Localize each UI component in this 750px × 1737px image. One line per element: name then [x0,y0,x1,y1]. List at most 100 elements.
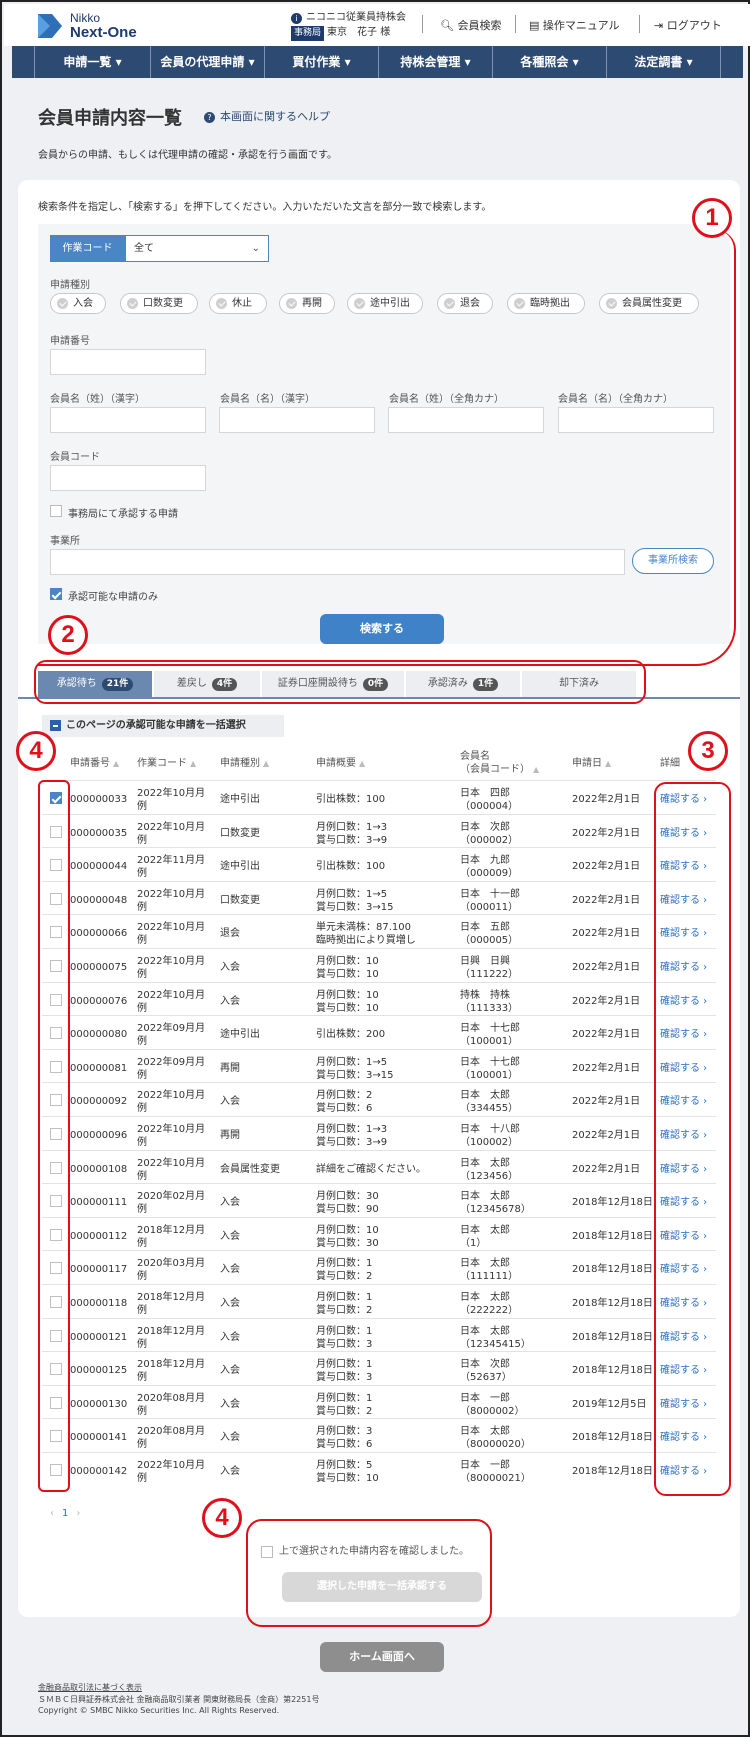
help-link[interactable]: ? 本画面に関するヘルプ [204,108,330,124]
work-code-suffix: 例 [137,1171,147,1182]
application-number: 000000075 [70,962,128,973]
application-type: 入会 [220,1197,240,1208]
member-name: 日本 十一郎 [460,889,520,900]
work-code-suffix: 例 [137,835,147,846]
table-row: 000000117 2020年03月月例 入会 月例口数：1 賞与口数：2 日本 太郎 （1… [42,1250,716,1284]
table-row: 000000141 2020年08月月例 入会 月例口数：3 賞与口数：6 日本 太郎 （8… [42,1418,716,1452]
member-code: （100002） [460,1137,519,1148]
home-button[interactable]: ホーム画面へ [320,1642,444,1672]
summary-line: 引出株数：100 [316,794,386,805]
member-name: 日本 一郎 [460,1393,510,1404]
application-type: 入会 [220,1332,240,1343]
work-code-suffix: 例 [137,868,147,879]
application-number: 000000035 [70,828,128,839]
logout-icon: ⇥ [654,19,667,32]
application-number: 000000121 [70,1332,128,1343]
application-date: 2018年12月18日 [572,1365,653,1376]
col-header[interactable]: 申請種別 ▲ [220,757,269,770]
user-info: i ニコニコ従業員持株会 事務局 東京 花子 様 [291,10,406,41]
table-row: 000000111 2020年02月月例 入会 月例口数：30 賞与口数：90 日本 太郎… [42,1183,716,1217]
application-number: 000000141 [70,1432,128,1443]
work-code-suffix: 例 [137,1070,147,1081]
summary-line: 月例口数：3 [316,1426,373,1437]
work-code-suffix: 例 [137,1439,147,1450]
summary-line: 月例口数：1→5 [316,889,388,900]
col-header[interactable]: 会員名 （会員コード） ▲ [460,750,539,776]
table-row: 000000108 2022年10月月例 会員属性変更 詳細をご確認ください。 日本 太… [42,1150,716,1184]
work-code: 2022年10月月 [137,1090,206,1101]
summary-line: 月例口数：2 [316,1090,373,1101]
work-code: 2022年10月月 [137,1460,206,1471]
summary-line: 月例口数：10 [316,956,379,967]
page-description: 会員からの申請、もしくは代理申請の確認・承認を行う画面です。 [38,150,337,161]
search-instruction: 検索条件を指定し、「検索する」を押下してください。入力いただいた文言を部分一致で… [38,202,492,213]
summary-line: 臨時拠出により買増し [316,935,416,946]
application-date: 2018年12月18日 [572,1466,653,1477]
work-code-suffix: 例 [137,1103,147,1114]
work-code-suffix: 例 [137,801,147,812]
summary-line: 賞与口数：3→15 [316,1070,394,1081]
member-search-link[interactable]: 🔍︎ 会員検索 [440,17,501,33]
next-page-button[interactable]: › [76,1508,80,1519]
member-code: （000009） [460,868,519,879]
member-name: 日本 太郎 [460,1225,510,1236]
nav-applications[interactable]: 申請一覧 ▾ [34,46,150,78]
col-header[interactable]: 申請日 ▲ [572,757,611,770]
pagination: ‹ 1 › [50,1508,80,1519]
application-date: 2022年2月1日 [572,1164,641,1175]
summary-line: 月例口数：1 [316,1258,373,1269]
application-date: 2018年12月18日 [572,1298,653,1309]
col-header[interactable]: 申請番号 ▲ [70,757,119,770]
application-type: 入会 [220,962,240,973]
logout-label: ログアウト [666,19,722,32]
annotation-marker: 1 [692,198,732,238]
search-icon: 🔍︎ [440,19,458,32]
divider [639,15,640,33]
work-code-suffix: 例 [137,1204,147,1215]
divider [515,15,516,33]
work-code: 2022年10月月 [137,922,206,933]
summary-line: 賞与口数：6 [316,1439,373,1450]
table-row: 000000044 2022年11月月例 途中引出 引出株数：100 日本 九郎 （000… [42,847,716,881]
page-number[interactable]: 1 [62,1508,68,1519]
member-code: （222222） [460,1305,519,1316]
work-code-suffix: 例 [137,1271,147,1282]
application-type: 入会 [220,1264,240,1275]
nav-proxy-application[interactable]: 会員の代理申請 ▾ [150,46,264,78]
application-type: 入会 [220,1298,240,1309]
col-header[interactable]: 申請概要 ▲ [316,757,365,770]
nav-purchase-work[interactable]: 買付作業 ▾ [264,46,378,78]
work-code: 2018年12月月 [137,1225,206,1236]
application-number: 000000130 [70,1399,128,1410]
member-name: 日本 太郎 [460,1090,510,1101]
member-code: （80000020） [460,1439,531,1450]
logout-link[interactable]: ⇥ ログアウト [654,17,722,33]
nav-inquiries[interactable]: 各種照会 ▾ [492,46,606,78]
logo[interactable]: Nikko Next-One [36,8,146,42]
work-code: 2020年08月月 [137,1393,206,1404]
summary-line: 賞与口数：10 [316,1473,379,1484]
member-search-label: 会員検索 [457,19,502,32]
nav-statutory-reports[interactable]: 法定調書 ▾ [606,46,721,78]
summary-line: 月例口数：1 [316,1393,373,1404]
member-code: （52637） [460,1372,512,1383]
role-badge: 事務局 [291,26,325,41]
application-type: 入会 [220,1365,240,1376]
work-code-suffix: 例 [137,1473,147,1484]
member-code: （123456） [460,1171,519,1182]
annotation-marker: 4 [202,1498,242,1538]
work-code-suffix: 例 [137,1003,147,1014]
legal-notice-link[interactable]: 金融商品取引法に基づく表示 [38,1682,142,1693]
help-icon: ? [204,112,215,123]
member-code: （111222） [460,969,519,980]
nav-association-management[interactable]: 持株会管理 ▾ [378,46,492,78]
member-name: 日興 日興 [460,956,510,967]
summary-line: 月例口数：1 [316,1359,373,1370]
select-all-button[interactable]: このページの承認可能な申請を一括選択 [42,715,284,737]
col-header[interactable]: 作業コード ▲ [137,757,196,770]
work-code: 2022年10月月 [137,889,206,900]
prev-page-button[interactable]: ‹ [50,1508,54,1519]
application-type: 入会 [220,1231,240,1242]
manual-link[interactable]: ▤ 操作マニュアル [529,17,620,33]
member-name: 日本 十七郎 [460,1057,520,1068]
